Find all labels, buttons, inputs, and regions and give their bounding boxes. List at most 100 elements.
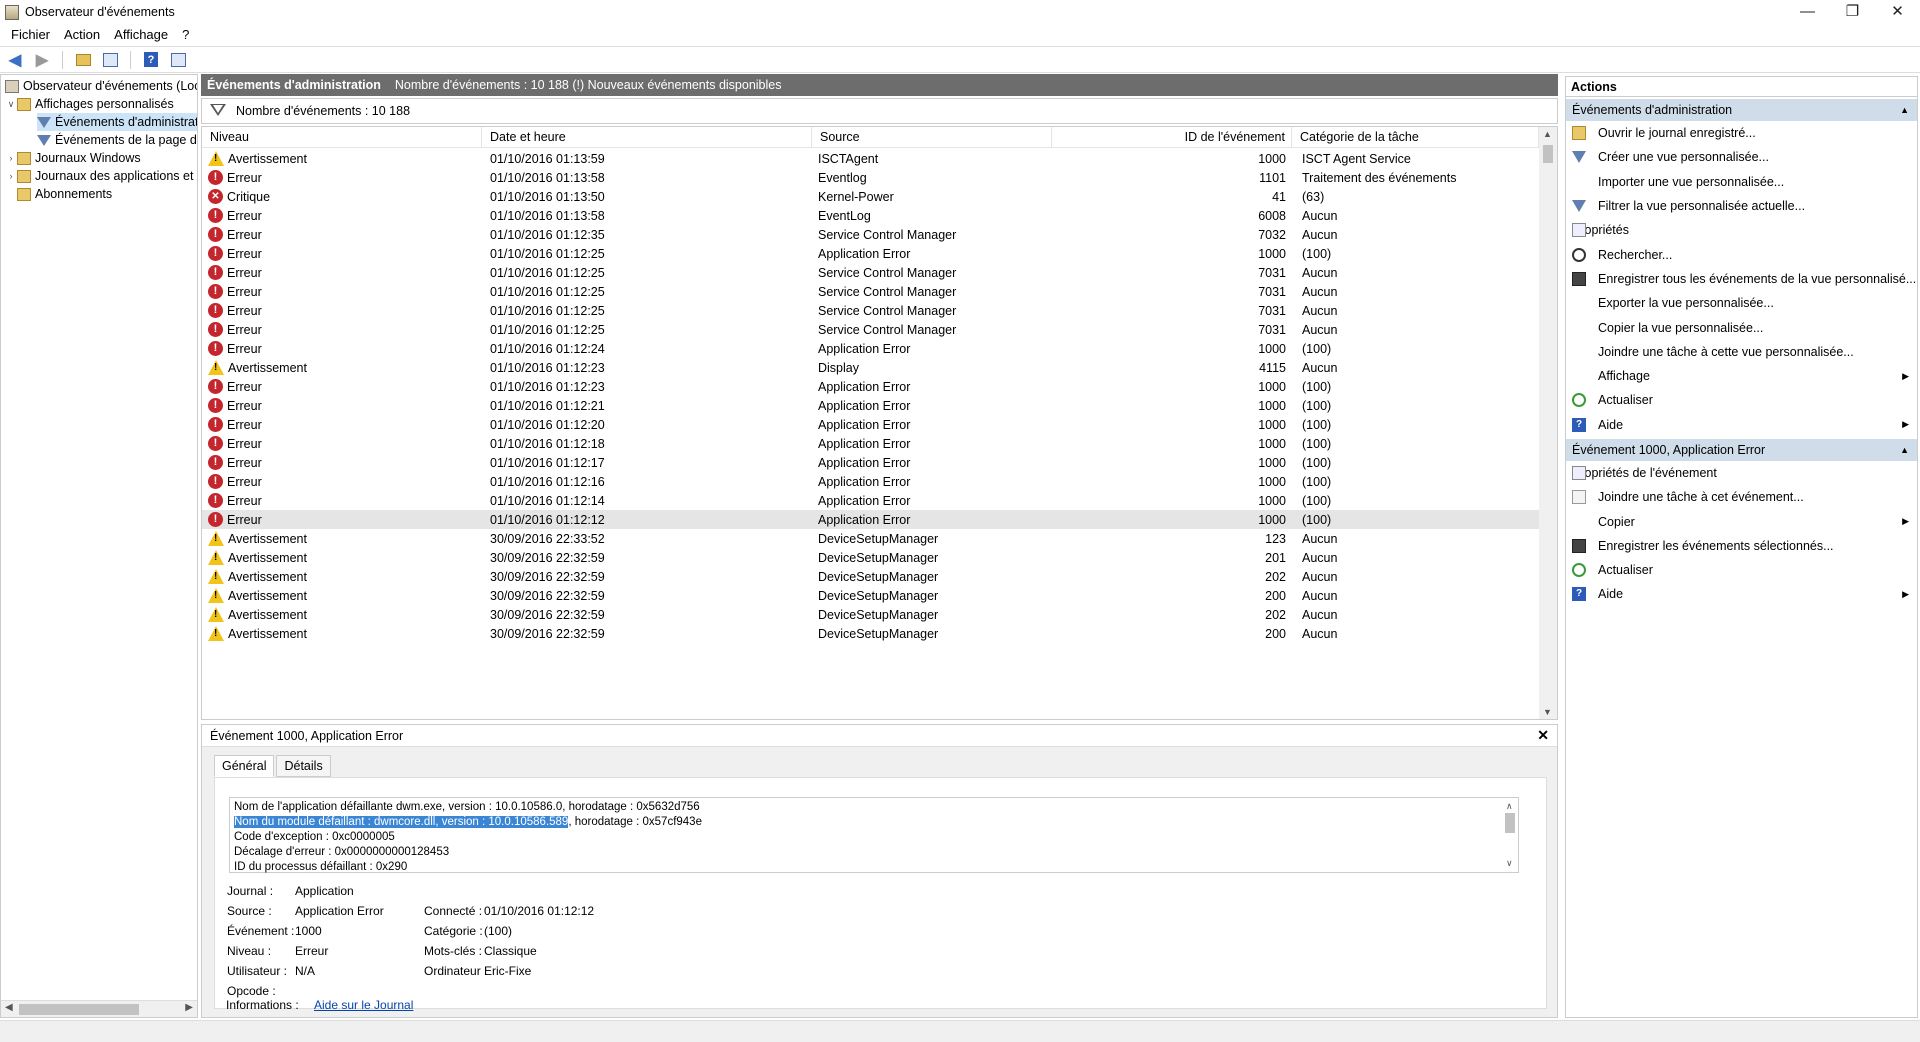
scroll-thumb[interactable] xyxy=(1505,813,1515,833)
table-row[interactable]: ! Erreur 01/10/2016 01:12:24 Application Er… xyxy=(202,339,1539,358)
action-item[interactable]: ? Aide ▶ xyxy=(1566,413,1917,437)
table-row[interactable]: ! Erreur 01/10/2016 01:12:21 Application Er… xyxy=(202,396,1539,415)
action-item[interactable]: Actualiser xyxy=(1566,558,1917,582)
action-item[interactable]: Enregistrer les événements sélectionnés.… xyxy=(1566,534,1917,558)
filter-icon xyxy=(1572,200,1586,213)
table-row[interactable]: ! Erreur 01/10/2016 01:12:35 Service Contro… xyxy=(202,225,1539,244)
cell-event-id: 1000 xyxy=(1258,398,1286,413)
collapse-icon[interactable]: ∨ xyxy=(5,99,17,110)
table-row[interactable]: ! Avertissement 30/09/2016 22:32:59 DeviceS… xyxy=(202,548,1539,567)
scroll-right-icon[interactable]: ▶ xyxy=(185,1002,193,1013)
events-vertical-scrollbar[interactable]: ▲ ▼ xyxy=(1539,127,1557,719)
table-row[interactable]: ! Erreur 01/10/2016 01:12:25 Application Er… xyxy=(202,244,1539,263)
table-row[interactable]: ! Erreur 01/10/2016 01:12:25 Service Contro… xyxy=(202,301,1539,320)
table-row[interactable]: ! Avertissement 30/09/2016 22:32:59 DeviceS… xyxy=(202,605,1539,624)
action-item[interactable]: Propriétés xyxy=(1566,218,1917,242)
tree-admin-events[interactable]: Événements d'administration xyxy=(37,113,197,131)
scroll-down-icon[interactable]: ▼ xyxy=(1543,707,1552,717)
menu-action[interactable]: Action xyxy=(57,27,107,42)
tree-root[interactable]: Observateur d'événements (Local) xyxy=(5,77,197,95)
restore-button[interactable]: ❐ xyxy=(1830,0,1875,22)
scroll-up-icon[interactable]: ▲ xyxy=(1543,129,1552,139)
table-row[interactable]: ! Avertissement 30/09/2016 22:32:59 DeviceS… xyxy=(202,624,1539,643)
table-row[interactable]: ! Erreur 01/10/2016 01:12:20 Application Er… xyxy=(202,415,1539,434)
tree-custom-views[interactable]: ∨ Affichages personnalisés xyxy=(5,95,174,113)
show-hide-actions-icon[interactable] xyxy=(167,50,189,70)
action-item[interactable]: Copier la vue personnalisée... xyxy=(1566,315,1917,339)
table-row[interactable]: ! Erreur 01/10/2016 01:12:17 Application Er… xyxy=(202,453,1539,472)
table-row[interactable]: ! Avertissement 01/10/2016 01:13:59 ISCTAge… xyxy=(202,149,1539,168)
table-row[interactable]: ! Erreur 01/10/2016 01:12:14 Application Er… xyxy=(202,491,1539,510)
action-item[interactable]: Propriétés de l'événement xyxy=(1566,461,1917,485)
table-row[interactable]: ! Erreur 01/10/2016 01:12:12 Application Er… xyxy=(202,510,1539,529)
action-item[interactable]: Joindre une tâche à cette vue personnali… xyxy=(1566,340,1917,364)
table-row[interactable]: ! Erreur 01/10/2016 01:12:25 Service Contro… xyxy=(202,282,1539,301)
action-item[interactable]: Filtrer la vue personnalisée actuelle... xyxy=(1566,194,1917,218)
menu-fichier[interactable]: Fichier xyxy=(4,27,57,42)
col-date[interactable]: Date et heure xyxy=(482,127,812,148)
table-row[interactable]: ! Avertissement 01/10/2016 01:12:23 Display… xyxy=(202,358,1539,377)
action-item[interactable]: Créer une vue personnalisée... xyxy=(1566,145,1917,169)
table-row[interactable]: ! Avertissement 30/09/2016 22:33:52 DeviceS… xyxy=(202,529,1539,548)
folder-up-icon[interactable] xyxy=(72,50,94,70)
action-item[interactable]: Actualiser xyxy=(1566,388,1917,412)
event-description[interactable]: Nom de l'application défaillante dwm.exe… xyxy=(229,797,1519,873)
back-arrow-icon[interactable]: ◀ xyxy=(4,50,26,70)
description-scrollbar[interactable]: ∧ ∨ xyxy=(1502,798,1518,872)
table-row[interactable]: ! Erreur 01/10/2016 01:12:23 Application Er… xyxy=(202,377,1539,396)
tree-windows-logs[interactable]: › Journaux Windows xyxy=(5,149,141,167)
scroll-left-icon[interactable]: ◀ xyxy=(5,1002,13,1013)
close-detail-icon[interactable]: ✕ xyxy=(1537,727,1549,744)
cell-level: ! Avertissement xyxy=(202,588,482,603)
tab-general[interactable]: Général xyxy=(214,755,275,777)
scroll-thumb[interactable] xyxy=(1543,145,1553,163)
refresh-icon xyxy=(1572,563,1586,578)
expand-icon[interactable]: › xyxy=(5,153,17,163)
action-item[interactable]: Ouvrir le journal enregistré... xyxy=(1566,121,1917,145)
action-item[interactable]: Importer une vue personnalisée... xyxy=(1566,170,1917,194)
menu-affichage[interactable]: Affichage xyxy=(107,27,175,42)
tree-subscriptions[interactable]: Abonnements xyxy=(17,185,112,203)
selected-text: Nom du module défaillant : dwmcore.dll, … xyxy=(234,816,569,828)
table-row[interactable]: ! Erreur 01/10/2016 01:13:58 EventLog 6008 Au… xyxy=(202,206,1539,225)
tab-details[interactable]: Détails xyxy=(276,755,331,777)
expand-icon[interactable]: › xyxy=(5,171,17,181)
action-item[interactable]: Affichage ▶ xyxy=(1566,364,1917,388)
tree-page-events[interactable]: Événements de la page d'accueil xyxy=(37,131,197,149)
tree-horizontal-scrollbar[interactable]: ◀ ▶ xyxy=(1,1000,197,1017)
col-source[interactable]: Source xyxy=(812,127,1052,148)
help-icon[interactable]: ? xyxy=(140,50,162,70)
col-event-id[interactable]: ID de l'événement xyxy=(1052,127,1292,148)
table-row[interactable]: ! Erreur 01/10/2016 01:12:25 Service Contro… xyxy=(202,263,1539,282)
close-button[interactable]: ✕ xyxy=(1875,0,1920,22)
tree-app-logs[interactable]: ›Journaux des applications et services xyxy=(5,167,198,185)
action-item[interactable]: Rechercher... xyxy=(1566,242,1917,266)
action-item[interactable]: Joindre une tâche à cet événement... xyxy=(1566,485,1917,509)
col-category[interactable]: Catégorie de la tâche xyxy=(1292,127,1539,148)
scroll-thumb[interactable] xyxy=(19,1004,139,1015)
help-link[interactable]: Aide sur le Journal xyxy=(314,998,413,1012)
action-item[interactable]: Exporter la vue personnalisée... xyxy=(1566,291,1917,315)
forward-arrow-icon[interactable]: ▶ xyxy=(31,50,53,70)
collapse-icon[interactable]: ▲ xyxy=(1900,99,1909,121)
action-item[interactable]: Copier ▶ xyxy=(1566,509,1917,533)
show-hide-tree-icon[interactable] xyxy=(99,50,121,70)
table-row[interactable]: ! Erreur 01/10/2016 01:12:25 Service Contro… xyxy=(202,320,1539,339)
action-item[interactable]: Enregistrer tous les événements de la vu… xyxy=(1566,267,1917,291)
table-row[interactable]: ✕ Critique 01/10/2016 01:13:50 Kernel-Power… xyxy=(202,187,1539,206)
scroll-up-icon[interactable]: ∧ xyxy=(1506,799,1513,814)
action-item[interactable]: ? Aide ▶ xyxy=(1566,582,1917,606)
table-row[interactable]: ! Avertissement 30/09/2016 22:32:59 DeviceS… xyxy=(202,586,1539,605)
table-row[interactable]: ! Erreur 01/10/2016 01:12:18 Application Er… xyxy=(202,434,1539,453)
collapse-icon[interactable]: ▲ xyxy=(1900,439,1909,461)
actions-section-admin[interactable]: Événements d'administration ▲ xyxy=(1566,99,1917,121)
col-niveau[interactable]: Niveau xyxy=(202,127,482,148)
actions-section-event[interactable]: Événement 1000, Application Error ▲ xyxy=(1566,438,1917,461)
minimize-button[interactable]: — xyxy=(1785,0,1830,22)
scroll-down-icon[interactable]: ∨ xyxy=(1506,856,1513,871)
menu-help[interactable]: ? xyxy=(175,27,196,42)
cell-date: 01/10/2016 01:12:12 xyxy=(490,512,605,527)
table-row[interactable]: ! Erreur 01/10/2016 01:13:58 Eventlog 1101 Tr… xyxy=(202,168,1539,187)
table-row[interactable]: ! Avertissement 30/09/2016 22:32:59 DeviceS… xyxy=(202,567,1539,586)
table-row[interactable]: ! Erreur 01/10/2016 01:12:16 Application Er… xyxy=(202,472,1539,491)
